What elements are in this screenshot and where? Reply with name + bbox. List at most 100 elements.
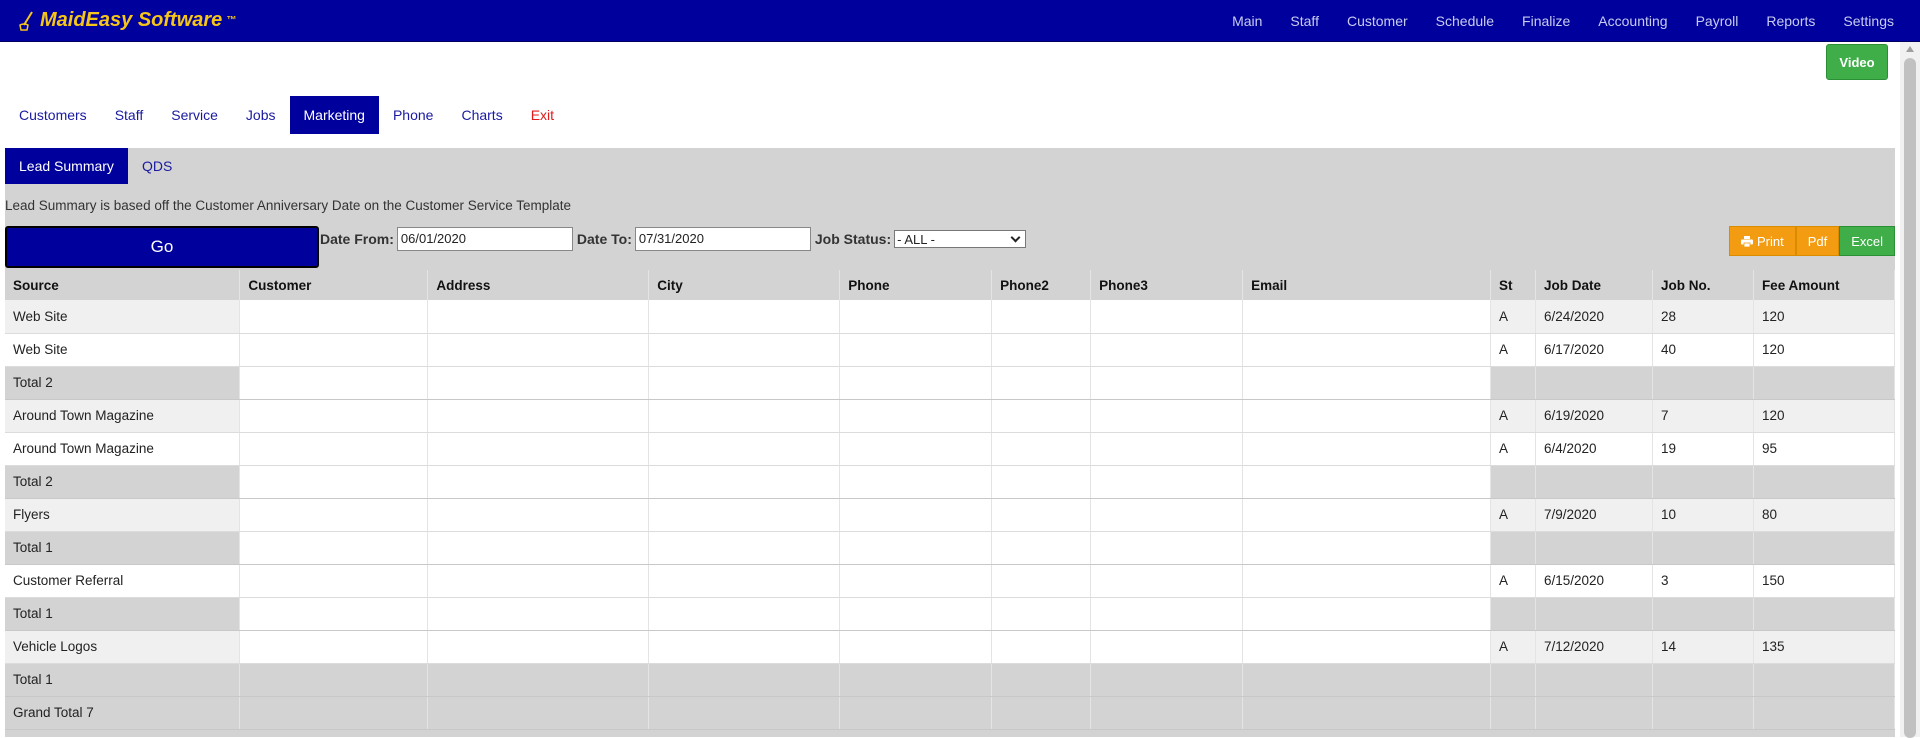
top-nav-settings[interactable]: Settings [1829,13,1908,29]
cell-email [1242,399,1492,433]
print-button[interactable]: Print [1728,226,1796,256]
col-header-phone[interactable]: Phone [839,270,993,300]
go-button[interactable]: Go [5,226,319,268]
top-nav: Main Staff Customer Schedule Finalize Ac… [1218,0,1908,42]
cell-empty [1753,366,1896,400]
cell-fee-amount: 95 [1753,432,1896,466]
cell-customer [239,399,429,433]
cell-phone3 [1090,498,1244,532]
table-header-row: Source Customer Address City Phone Phone… [5,270,1896,300]
cell-status: A [1490,630,1536,664]
top-nav-schedule[interactable]: Schedule [1422,13,1508,29]
cell-empty [1535,465,1653,499]
cell-total-label: Total 1 [5,531,241,565]
tab-customers[interactable]: Customers [5,96,101,134]
scroll-up-arrow-icon[interactable] [1906,46,1914,52]
col-header-city[interactable]: City [648,270,841,300]
logo-trademark: ™ [226,15,237,26]
pdf-button[interactable]: Pdf [1795,226,1840,256]
cell-status: A [1490,564,1536,598]
cell-empty [1090,465,1244,499]
cell-empty [991,696,1092,730]
tab-lead-summary[interactable]: Lead Summary [5,148,128,184]
col-header-status[interactable]: St [1490,270,1536,300]
col-header-source[interactable]: Source [5,270,241,300]
date-from-input[interactable]: 06/01/2020 [396,227,573,251]
top-nav-customer[interactable]: Customer [1333,13,1422,29]
cell-phone [839,564,993,598]
table-row: Around Town Magazine A 6/4/2020 19 95 [5,432,1896,466]
top-nav-payroll[interactable]: Payroll [1682,13,1753,29]
cell-empty [648,696,841,730]
date-to-input[interactable]: 07/31/2020 [634,227,811,251]
tab-qds[interactable]: QDS [128,148,186,184]
cell-phone3 [1090,300,1244,334]
cell-empty [239,465,429,499]
cell-phone3 [1090,432,1244,466]
module-tabs: Customers Staff Service Jobs Marketing P… [5,96,568,134]
tab-jobs[interactable]: Jobs [232,96,290,134]
video-button[interactable]: Video [1826,44,1888,80]
grand-total-row: Grand Total 7 [5,696,1896,730]
cell-empty [991,465,1092,499]
tab-exit[interactable]: Exit [517,96,568,134]
cell-empty [239,597,429,631]
tab-charts[interactable]: Charts [447,96,516,134]
cell-source: Web Site [5,300,241,334]
cell-job-date: 6/15/2020 [1535,564,1653,598]
tab-service[interactable]: Service [157,96,232,134]
cell-empty [427,531,650,565]
total-row: Total 2 [5,465,1896,499]
col-header-customer[interactable]: Customer [239,270,429,300]
excel-button[interactable]: Excel [1839,226,1895,256]
top-nav-main[interactable]: Main [1218,13,1276,29]
cell-empty [1490,465,1536,499]
tab-marketing[interactable]: Marketing [289,96,379,134]
total-row: Total 2 [5,366,1896,400]
col-header-phone3[interactable]: Phone3 [1090,270,1244,300]
cell-status: A [1490,498,1536,532]
col-header-job-date[interactable]: Job Date [1535,270,1653,300]
scrollbar-thumb[interactable] [1904,58,1916,738]
top-nav-accounting[interactable]: Accounting [1584,13,1681,29]
cell-empty [239,531,429,565]
logo-text: MaidEasy Software [40,9,223,31]
col-header-email[interactable]: Email [1242,270,1492,300]
cell-empty [991,597,1092,631]
col-header-phone2[interactable]: Phone2 [991,270,1092,300]
cell-status: A [1490,399,1536,433]
cell-phone3 [1090,564,1244,598]
tab-staff[interactable]: Staff [101,96,158,134]
top-nav-staff[interactable]: Staff [1276,13,1333,29]
top-bar: MaidEasy Software ™ Main Staff Customer S… [0,0,1920,42]
cell-empty [1535,663,1653,697]
cell-email [1242,564,1492,598]
job-status-value: - ALL - [897,231,935,247]
top-nav-finalize[interactable]: Finalize [1508,13,1584,29]
tab-phone[interactable]: Phone [379,96,447,134]
col-header-job-no[interactable]: Job No. [1652,270,1754,300]
cell-empty [1090,531,1244,565]
cell-source: Customer Referral [5,564,241,598]
cell-fee-amount: 120 [1753,333,1896,367]
table-row: Around Town Magazine A 6/19/2020 7 120 [5,399,1896,433]
cell-address [427,498,650,532]
cell-source: Around Town Magazine [5,432,241,466]
cell-phone [839,630,993,664]
vertical-scrollbar[interactable] [1900,42,1920,738]
cell-empty [1652,366,1754,400]
cell-job-no: 40 [1652,333,1754,367]
col-header-address[interactable]: Address [427,270,650,300]
cell-empty [1090,696,1244,730]
cell-empty [648,366,841,400]
cell-empty [1652,531,1754,565]
cell-phone [839,399,993,433]
job-status-select[interactable]: - ALL - [894,230,1027,248]
app-logo[interactable]: MaidEasy Software ™ [18,9,236,32]
cell-job-no: 3 [1652,564,1754,598]
cell-empty [427,465,650,499]
cell-total-label: Grand Total 7 [5,696,241,730]
date-to-label: Date To: [576,231,632,247]
top-nav-reports[interactable]: Reports [1752,13,1829,29]
col-header-fee-amount[interactable]: Fee Amount [1753,270,1896,300]
